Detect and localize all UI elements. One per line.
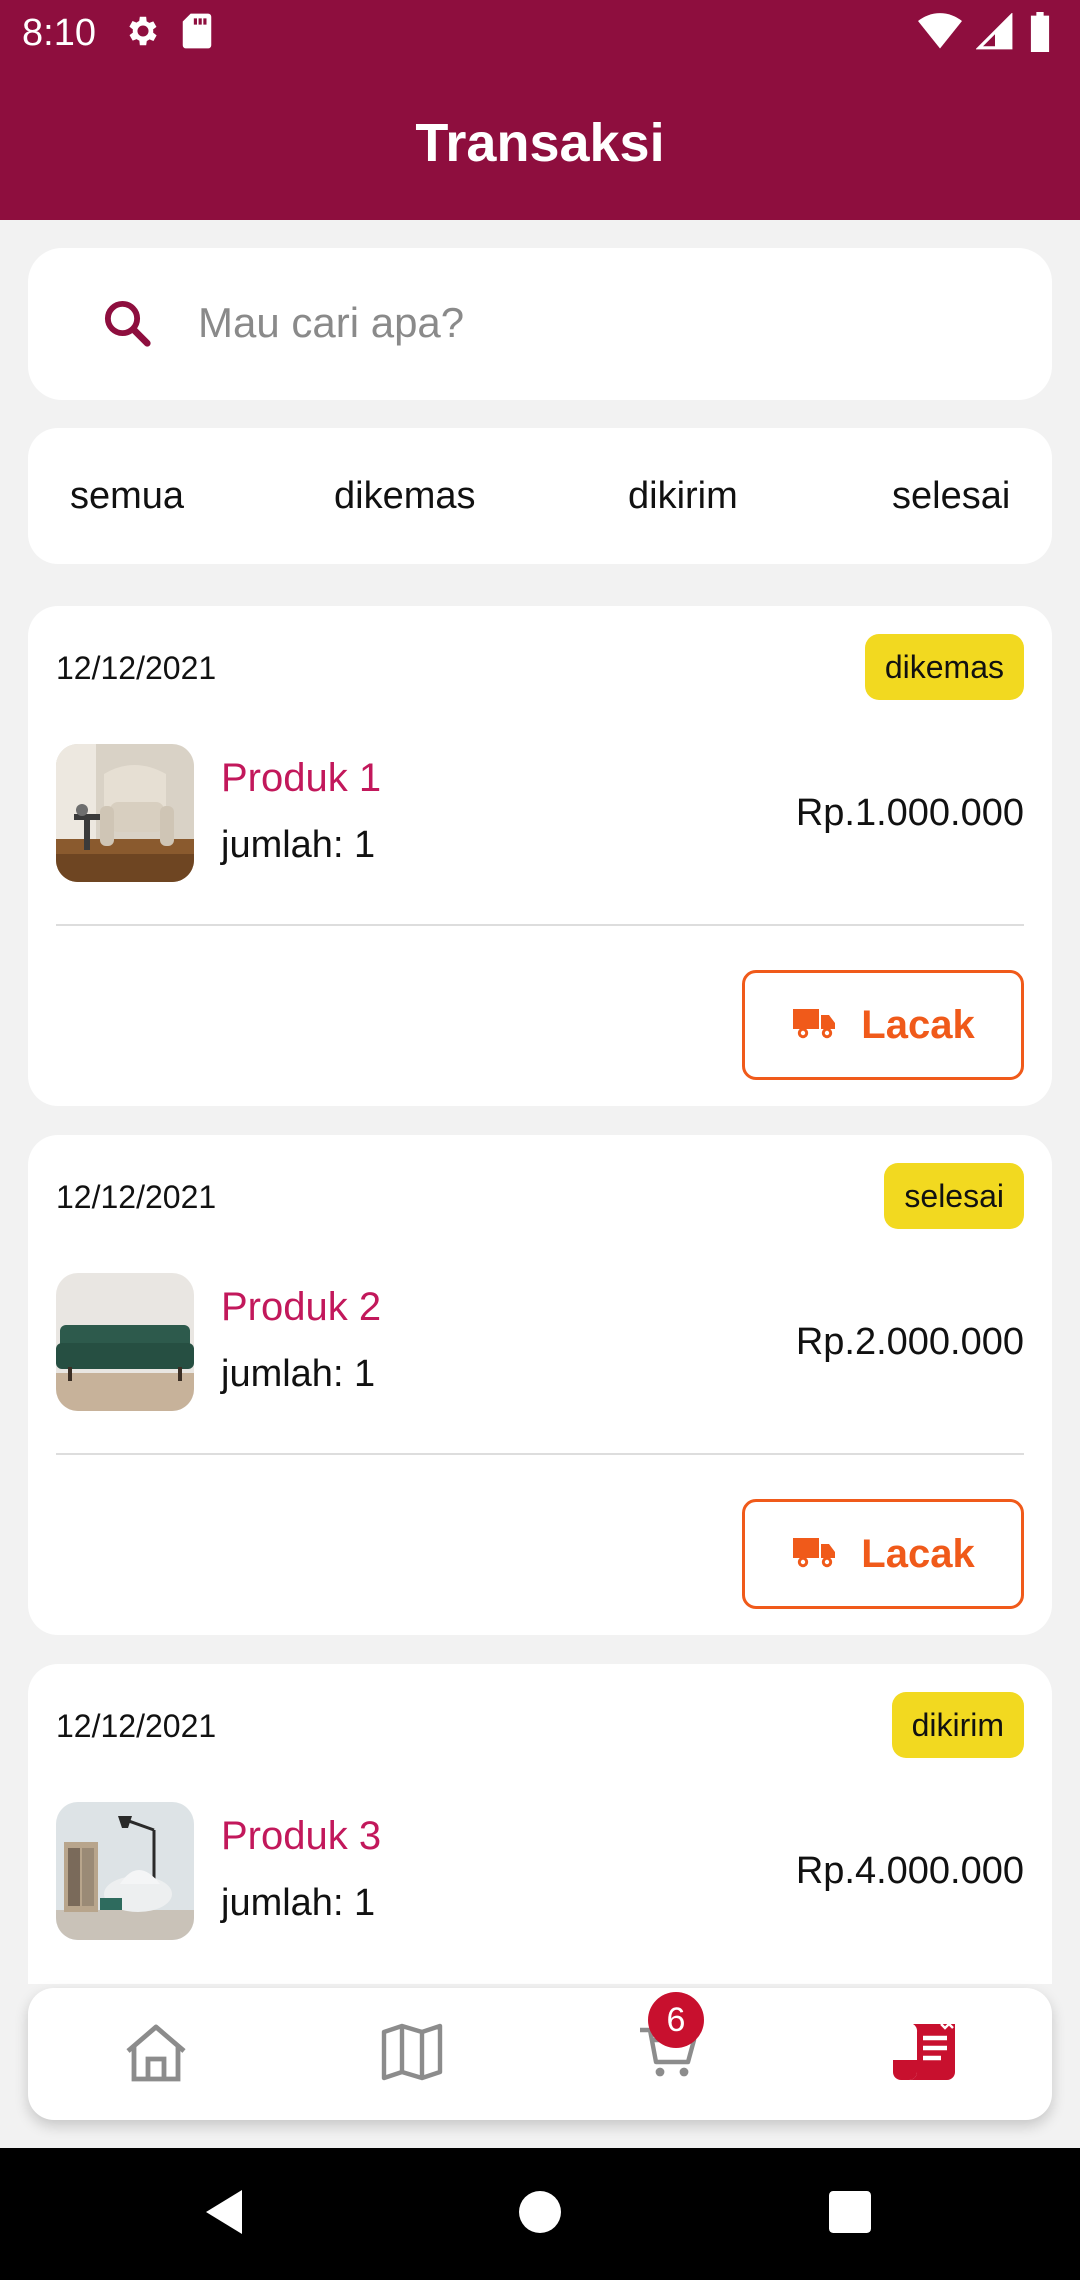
tab-selesai[interactable]: selesai [892,428,1010,564]
product-price: Rp.1.000.000 [795,792,1024,834]
track-label: Lacak [861,1002,975,1047]
tab-dikemas[interactable]: dikemas [334,428,476,564]
app-header: 8:10 Transaksi [0,0,1080,220]
order-date: 12/12/2021 [56,1179,217,1215]
nav-transactions[interactable] [864,1988,984,2120]
order-card[interactable]: 12/12/2021 dikirim Produk 3 jumlah: 1 Rp… [28,1664,1052,1984]
sd-card-icon [180,12,214,55]
bottom-navigation [28,1988,1052,2120]
product-name[interactable]: Produk 1 [221,756,381,801]
product-quantity: jumlah: 1 [221,1882,376,1924]
recents-square-icon [829,2190,871,2238]
status-time: 8:10 [22,11,96,54]
search-icon [100,296,154,355]
truck-icon [791,1534,839,1575]
divider [56,1453,1024,1455]
product-image [56,1273,194,1411]
battery-icon [1028,12,1052,57]
track-label: Lacak [861,1531,975,1576]
product-price: Rp.4.000.000 [795,1850,1024,1892]
status-bar: 8:10 [0,0,1080,66]
nav-home[interactable] [96,1988,216,2120]
product-image [56,1802,194,1940]
status-badge: dikemas [864,634,1024,700]
product-name[interactable]: Produk 2 [221,1285,381,1330]
home-circle-icon [519,2190,561,2238]
back-triangle-icon [202,2188,246,2241]
tab-semua[interactable]: semua [70,428,184,564]
cart-count-badge: 6 [648,1992,704,2048]
recents-button[interactable] [790,2148,910,2280]
divider [56,924,1024,926]
home-icon [122,2021,190,2088]
nav-map[interactable] [352,1988,472,2120]
wifi-icon [918,13,962,56]
page-title: Transaksi [415,113,665,173]
system-navigation-bar [0,2148,1080,2280]
status-filter-tabs: semua dikemas dikirim selesai [28,428,1052,564]
product-image [56,744,194,882]
product-name[interactable]: Produk 3 [221,1814,381,1859]
order-card[interactable]: 12/12/2021 selesai Produk 2 jumlah: 1 Rp… [28,1135,1052,1635]
product-quantity: jumlah: 1 [221,1353,376,1395]
map-icon [380,2022,444,2087]
truck-icon [791,1005,839,1046]
track-button[interactable]: Lacak [742,1499,1024,1609]
search-input[interactable] [198,288,1018,358]
tab-dikirim[interactable]: dikirim [628,428,738,564]
home-button[interactable] [480,2148,600,2280]
signal-icon [975,12,1014,56]
track-button[interactable]: Lacak [742,970,1024,1080]
status-badge: dikirim [891,1692,1024,1758]
app-screen: 8:10 Transaksi Mau cari apa? semua dikem… [0,0,1080,2280]
order-date: 12/12/2021 [56,1708,217,1744]
order-date: 12/12/2021 [56,650,217,686]
order-card[interactable]: 12/12/2021 dikemas Produk 1 jumlah: 1 Rp… [28,606,1052,1106]
search-bar[interactable] [28,248,1052,400]
status-badge: selesai [884,1163,1024,1229]
gear-icon [124,12,162,55]
receipt-icon [889,2020,959,2089]
back-button[interactable] [164,2148,284,2280]
product-price: Rp.2.000.000 [795,1321,1024,1363]
product-quantity: jumlah: 1 [221,824,376,866]
